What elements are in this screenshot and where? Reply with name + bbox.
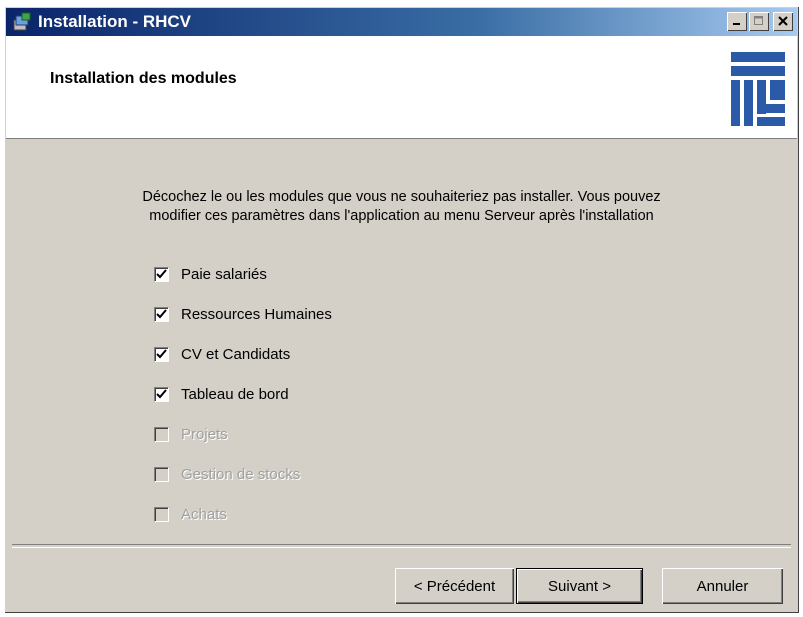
module-tableau-de-bord[interactable]: Tableau de bord xyxy=(154,374,332,414)
wizard-header: Installation des modules xyxy=(6,36,797,139)
window-controls xyxy=(727,12,793,31)
module-cv-candidats[interactable]: CV et Candidats xyxy=(154,334,332,374)
close-icon xyxy=(778,15,788,29)
module-ressources-humaines[interactable]: Ressources Humaines xyxy=(154,294,332,334)
module-label: CV et Candidats xyxy=(181,345,291,363)
module-label: Ressources Humaines xyxy=(181,305,332,323)
maximize-icon xyxy=(754,15,764,29)
instructions-text: Décochez le ou les modules que vous ne s… xyxy=(44,188,759,226)
module-label: Projets xyxy=(181,425,228,443)
minimize-icon xyxy=(732,15,742,29)
module-checkbox[interactable] xyxy=(154,306,169,322)
module-label: Achats xyxy=(181,505,227,523)
previous-button[interactable]: < Précédent xyxy=(395,568,514,604)
module-label: Gestion de stocks xyxy=(181,465,301,483)
check-icon xyxy=(156,308,167,318)
module-achats: Achats xyxy=(154,494,332,534)
instructions-line-2: modifier ces paramètres dans l'applicati… xyxy=(149,208,654,224)
check-icon xyxy=(156,388,167,398)
check-icon xyxy=(156,268,167,278)
module-checkbox[interactable] xyxy=(154,386,169,402)
page-title: Installation des modules xyxy=(50,70,237,87)
instructions-line-1: Décochez le ou les modules que vous ne s… xyxy=(142,189,661,205)
next-button[interactable]: Suivant > xyxy=(516,568,643,604)
module-list: Paie salariés Ressources Humaines CV et … xyxy=(154,254,332,534)
module-projets: Projets xyxy=(154,414,332,454)
rhcv-logo xyxy=(731,52,785,126)
close-button[interactable] xyxy=(773,12,793,31)
title-bar[interactable]: Installation - RHCV xyxy=(6,8,797,36)
module-checkbox xyxy=(154,506,169,522)
installer-window: Installation - RHCV Installation des mod… xyxy=(4,6,799,613)
module-label: Tableau de bord xyxy=(181,385,289,403)
window-title: Installation - RHCV xyxy=(38,12,192,31)
footer-divider xyxy=(12,544,791,548)
maximize-button[interactable] xyxy=(749,12,769,31)
module-gestion-de-stocks: Gestion de stocks xyxy=(154,454,332,494)
module-checkbox[interactable] xyxy=(154,346,169,362)
module-paie-salaries[interactable]: Paie salariés xyxy=(154,254,332,294)
installer-icon xyxy=(12,12,32,32)
cancel-button[interactable]: Annuler xyxy=(662,568,783,604)
module-label: Paie salariés xyxy=(181,265,267,283)
module-checkbox xyxy=(154,466,169,482)
module-checkbox[interactable] xyxy=(154,266,169,282)
minimize-button[interactable] xyxy=(727,12,747,31)
check-icon xyxy=(156,348,167,358)
module-checkbox xyxy=(154,426,169,442)
